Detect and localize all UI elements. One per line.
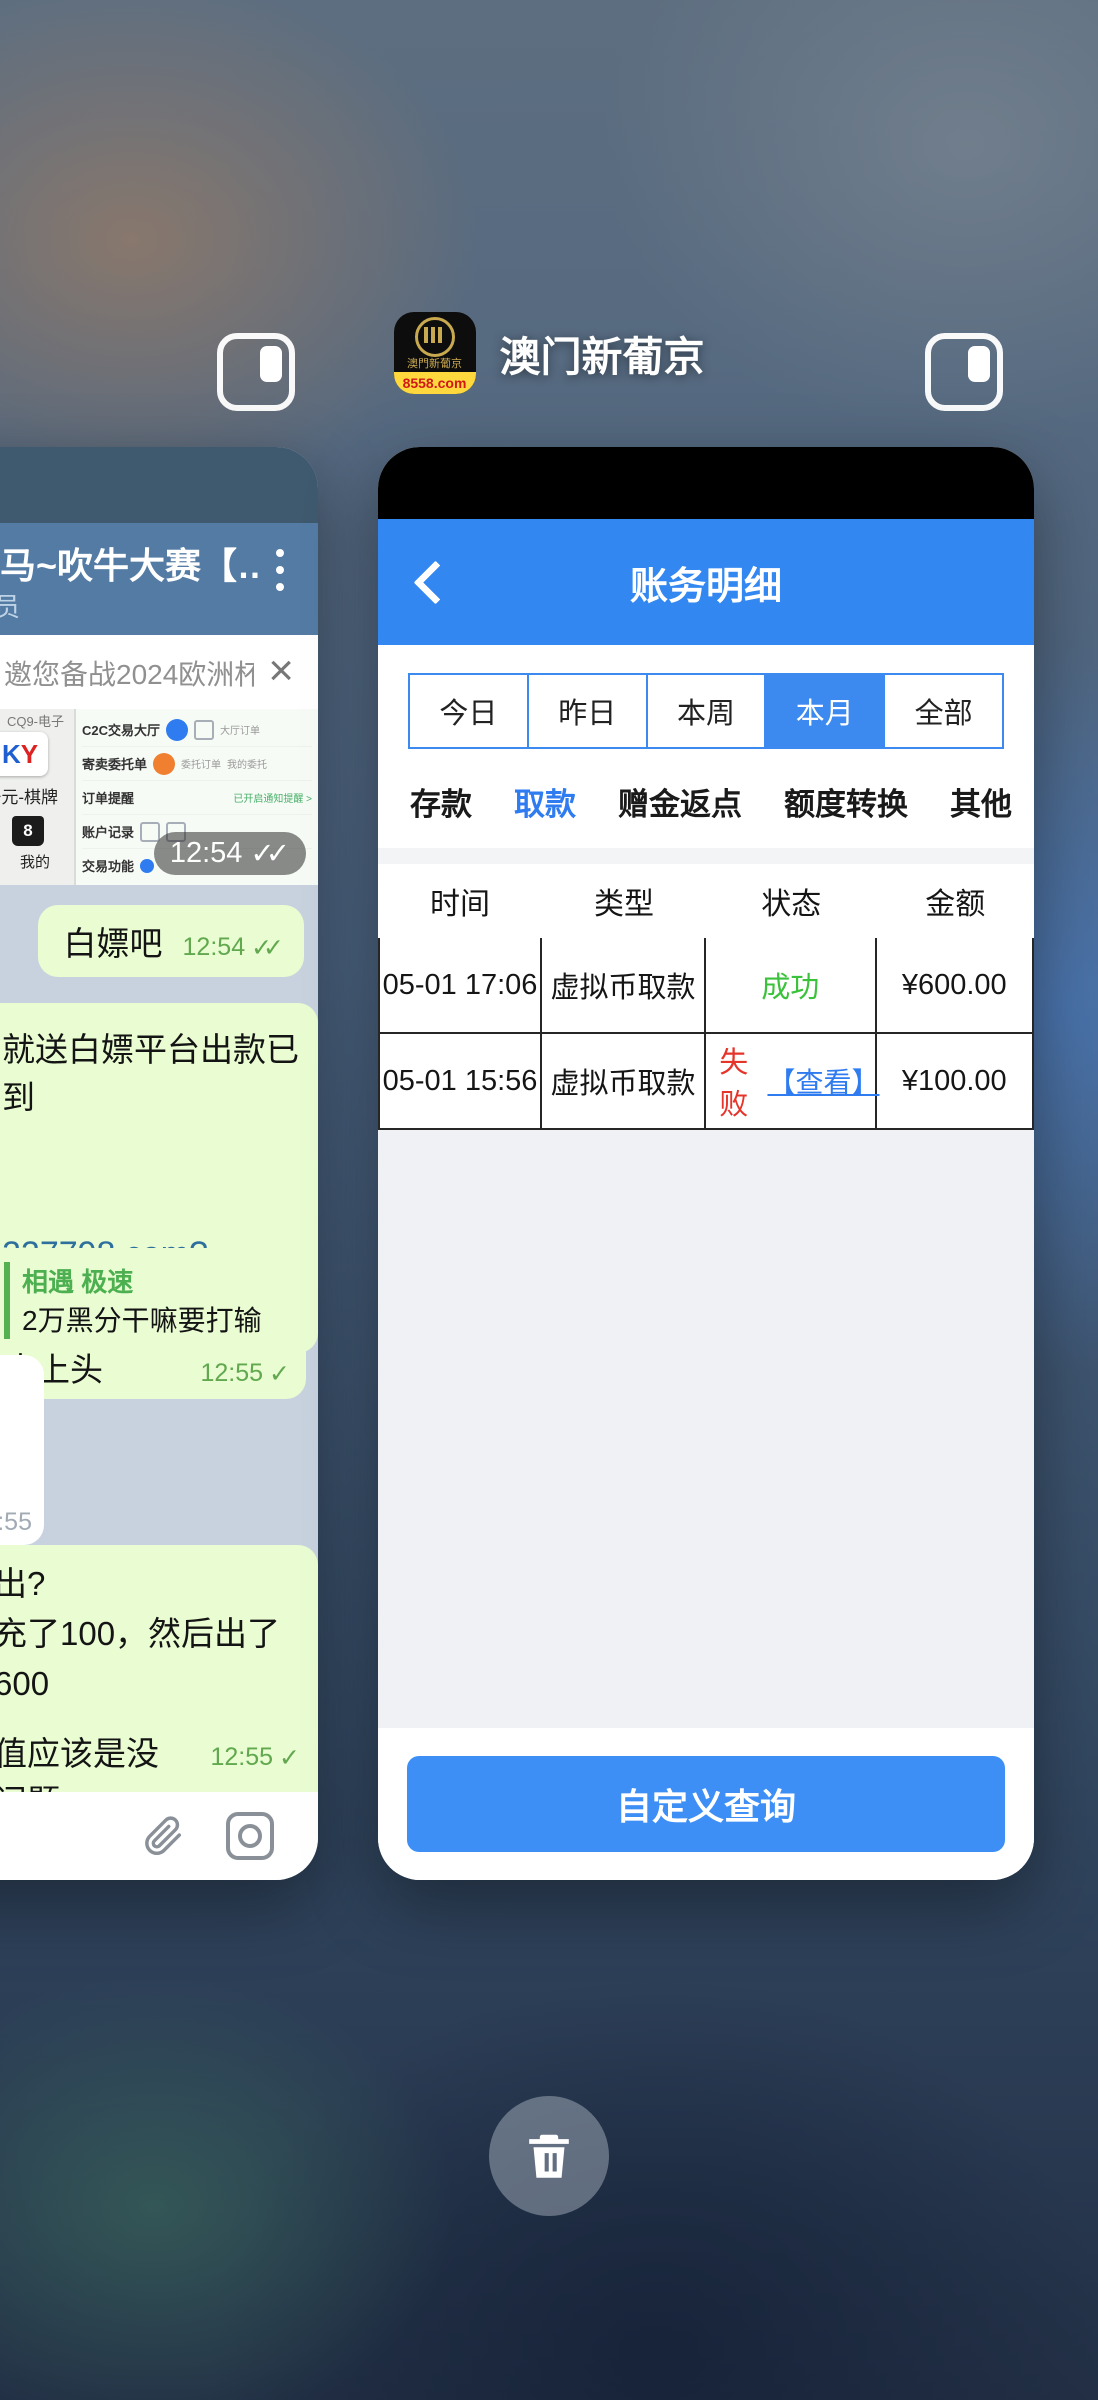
game-tile-ky: KY (0, 732, 48, 776)
tab-today[interactable]: 今日 (410, 675, 527, 747)
single-check-icon: ✓ (279, 1743, 300, 1773)
message-text: 白嫖吧 (64, 917, 163, 965)
mini-icon (140, 822, 160, 842)
c2c-icon (166, 719, 188, 741)
mini-label: C2C交易大厅 (82, 720, 160, 739)
mini-label: 账户记录 (82, 822, 134, 841)
telegram-chat-header: 马~吹牛大赛【… 员 (0, 523, 318, 635)
table-row: 05-01 17:06 虚拟币取款 成功 ¥600.00 (378, 938, 1034, 1034)
clear-all-trash-button[interactable] (489, 2096, 609, 2216)
category-tabs: 存款 取款 赠金返点 额度转换 其他 (378, 749, 1034, 848)
photo-timestamp-badge: 12:54✓✓ (154, 832, 306, 875)
cell-type: 虚拟币取款 (542, 938, 706, 1032)
bottom-bar: 自定义查询 (378, 1728, 1034, 1880)
menu-lines-icon: ≡ (32, 879, 44, 885)
message-text: 就送白嫖平台出款已到 (2, 1023, 300, 1119)
col-header-time: 时间 (378, 879, 542, 923)
close-icon[interactable]: × (268, 645, 294, 697)
status-failed-text: 失败 (706, 1039, 761, 1123)
message-bubble: 白嫖吧 12:54✓✓ (38, 905, 304, 977)
chat-title: 马~吹牛大赛【… (0, 537, 260, 589)
category-other[interactable]: 其他 (950, 779, 1012, 824)
mini-label: 交易功能 (82, 856, 134, 875)
casino-app-card[interactable]: 账务明细 今日 昨日 本周 本月 全部 存款 取款 赠金返点 额度转换 其他 时… (378, 447, 1034, 1880)
message-input-bar[interactable] (0, 1792, 318, 1880)
cell-amount: ¥100.00 (877, 1034, 1034, 1128)
mini-icon (140, 859, 154, 873)
chat-subtitle: 员 (0, 587, 20, 624)
category-bonus[interactable]: 赠金返点 (618, 779, 742, 824)
mini-label: CQ9-电子 (7, 711, 64, 730)
back-chevron-icon[interactable] (414, 561, 458, 605)
cell-status-failed: 失败 【查看】 (706, 1034, 877, 1128)
floating-window-icon-left[interactable] (217, 333, 295, 411)
cell-type: 虚拟币取款 (542, 1034, 706, 1128)
attach-paperclip-icon[interactable] (140, 1813, 186, 1859)
single-check-icon: ✓ (269, 1359, 290, 1389)
message-text: 充了100，然后出了600 (0, 1609, 300, 1709)
tab-this-month[interactable]: 本月 (764, 675, 883, 747)
date-filter-tabs: 今日 昨日 本周 本月 全部 (408, 673, 1004, 749)
custom-query-button[interactable]: 自定义查询 (407, 1756, 1005, 1852)
reply-text: 2万黑分干嘛要打输 (22, 1299, 290, 1339)
floating-window-icon-right[interactable] (925, 333, 1003, 411)
pinned-message-bar[interactable]: 邀您备战2024欧洲杯… × (0, 635, 318, 709)
consign-icon (153, 753, 175, 775)
page-title: 账务明细 (630, 555, 782, 610)
incoming-message-bubble: 2:55 (0, 1355, 44, 1545)
col-header-type: 类型 (542, 879, 706, 923)
pinned-message-text: 邀您备战2024欧洲杯… (4, 653, 254, 693)
photo-left-screenshot: 神捕鱼 CQ9-电子 KY 将胡了2 开元-棋牌 8 惠专区 在线客服 我的 (0, 709, 74, 885)
category-transfer[interactable]: 额度转换 (784, 779, 908, 824)
mini-icon (194, 720, 214, 740)
message-time: 2:55 (0, 1508, 32, 1537)
app-icon-domain: 8558.com (394, 372, 476, 394)
mini-label: 寄卖委托单 (82, 754, 147, 773)
reply-quote[interactable]: 相遇 极速 2万黑分干嘛要打输 (4, 1262, 290, 1339)
cell-time: 05-01 17:06 (378, 938, 542, 1032)
lotus-emblem-icon (415, 317, 455, 357)
divider-strip (378, 848, 1034, 864)
table-header-row: 时间 类型 状态 金额 (378, 864, 1034, 938)
sticker-icon[interactable] (226, 1812, 274, 1860)
app-icon-text: 澳門新葡京 (407, 357, 462, 372)
message-bubble-with-reply: 相遇 极速 2万黑分干嘛要打输 太上头 12:55✓ (0, 1248, 306, 1399)
switcher-app-title: 澳门新葡京 (500, 323, 705, 383)
tab-this-week[interactable]: 本周 (646, 675, 765, 747)
double-check-icon: ✓✓ (250, 836, 290, 871)
mini-label: 我的 (20, 851, 50, 872)
category-withdraw[interactable]: 取款 (514, 779, 576, 824)
empty-content-area (378, 1130, 1034, 1728)
casino-page-header: 账务明细 (378, 519, 1034, 645)
mini-label: 订单提醒 (82, 788, 134, 807)
tab-all[interactable]: 全部 (883, 675, 1002, 747)
tab-yesterday[interactable]: 昨日 (527, 675, 646, 747)
cell-amount: ¥600.00 (877, 938, 1034, 1032)
app-icon-macau-casino[interactable]: 澳門新葡京 8558.com (394, 312, 476, 394)
view-details-link[interactable]: 【查看】 (767, 1061, 874, 1101)
telegram-statusbar (0, 447, 318, 523)
double-check-icon: ✓✓ (251, 933, 284, 963)
message-text: 出? (0, 1559, 300, 1609)
col-header-status: 状态 (706, 879, 877, 923)
cell-time: 05-01 15:56 (378, 1034, 542, 1128)
kebab-menu-icon[interactable] (276, 549, 284, 591)
mini-label: 已开启通知提醒 > (233, 790, 312, 805)
photo-message[interactable]: 神捕鱼 CQ9-电子 KY 将胡了2 开元-棋牌 8 惠专区 在线客服 我的 (0, 709, 318, 885)
telegram-app-card[interactable]: 马~吹牛大赛【… 员 邀您备战2024欧洲杯… × 神捕鱼 CQ9-电子 KY … (0, 447, 318, 1880)
mini-label: 委托订单 (181, 756, 221, 771)
casino-statusbar (378, 447, 1034, 519)
jersey-icon: 8 (12, 816, 44, 846)
cell-status-success: 成功 (706, 938, 877, 1032)
table-row: 05-01 15:56 虚拟币取款 失败 【查看】 ¥100.00 (378, 1034, 1034, 1130)
col-header-amount: 金额 (877, 879, 1034, 923)
mini-label: 我的委托 (227, 756, 267, 771)
category-deposit[interactable]: 存款 (410, 779, 472, 824)
reply-author: 相遇 极速 (22, 1262, 290, 1299)
mini-label: 大厅订单 (220, 722, 260, 737)
mini-label: 开元-棋牌 (0, 783, 58, 808)
trash-icon (520, 2127, 578, 2185)
